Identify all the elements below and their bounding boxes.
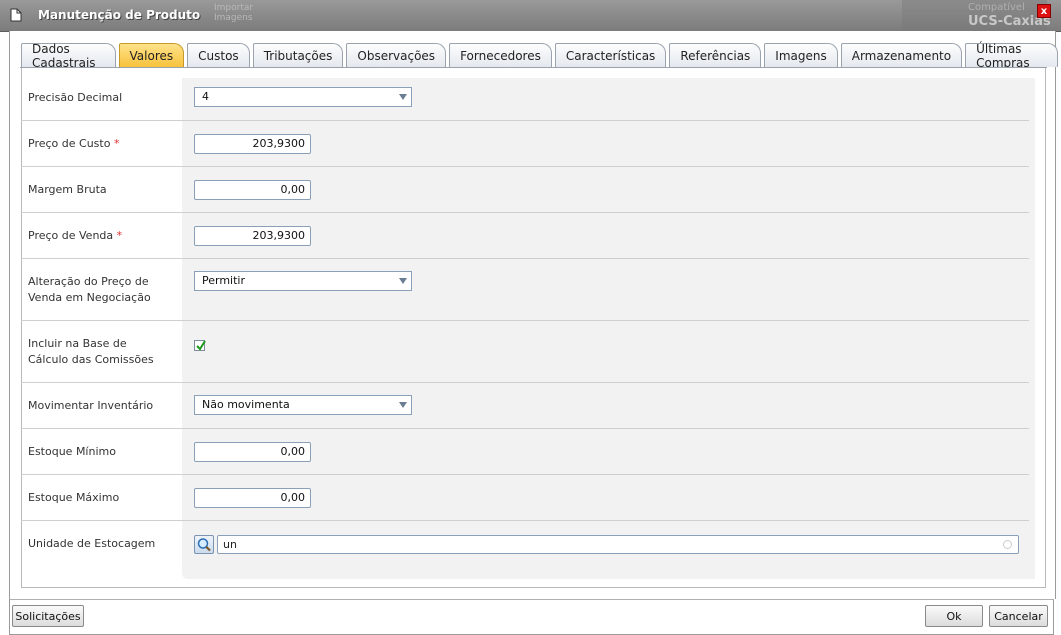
tab-custos[interactable]: Custos (187, 43, 250, 67)
estoque-minimo-label: Estoque Mínimo (28, 445, 116, 458)
lookup-search-button[interactable] (194, 535, 214, 554)
row-divider (21, 382, 1029, 383)
ghost-status-text: Compatível (968, 2, 1025, 13)
preco-custo-label: Preço de Custo * (28, 137, 120, 150)
row-divider (21, 474, 1029, 475)
row-divider (21, 428, 1029, 429)
tab-ultimas-compras[interactable]: Últimas Compras (965, 42, 1058, 70)
alteracao-preco-label: Alteração do Preço de Venda em Negociação (28, 275, 151, 304)
unidade-estocagem-label: Unidade de Estocagem (28, 537, 156, 550)
margem-bruta-input[interactable]: 0,00 (194, 180, 311, 200)
chevron-down-icon (399, 278, 407, 284)
cancel-button[interactable]: Cancelar (989, 605, 1048, 627)
row-divider (21, 166, 1029, 167)
alteracao-preco-value: Permitir (202, 274, 246, 287)
solicitacoes-button[interactable]: Solicitações (12, 605, 84, 627)
estoque-maximo-input[interactable]: 0,00 (194, 488, 311, 508)
dialog-footer (9, 599, 1054, 635)
tab-fornecedores[interactable]: Fornecedores (449, 43, 552, 67)
tab-tributacoes[interactable]: Tributações (252, 43, 344, 67)
unidade-estocagem-input[interactable]: un (217, 535, 1019, 554)
movimentar-inventario-select[interactable]: Não movimenta (194, 395, 412, 415)
row-divider (21, 212, 1029, 213)
precisao-decimal-value: 4 (202, 90, 209, 103)
ok-button[interactable]: Ok (925, 605, 983, 627)
margem-bruta-label: Margem Bruta (28, 183, 107, 196)
ghost-toolbar-text: Importar Imagens (214, 3, 254, 23)
preco-custo-input[interactable]: 203,9300 (194, 134, 311, 154)
row-divider (21, 320, 1029, 321)
tab-imagens[interactable]: Imagens (764, 43, 838, 67)
row-divider (21, 120, 1029, 121)
incluir-base-checkbox[interactable] (194, 340, 206, 351)
tab-observacoes[interactable]: Observações (346, 43, 447, 67)
preco-venda-input[interactable]: 203,9300 (194, 226, 311, 246)
window-icon (10, 8, 22, 22)
window-titlebar[interactable]: Manutenção de Produto Importar Imagens Co… (0, 0, 1061, 32)
tab-bar: Dados Cadastrais Valores Custos Tributaç… (21, 42, 1061, 70)
incluir-base-label: Incluir na Base de Cálculo das Comissões (28, 337, 154, 366)
close-button[interactable]: x (1037, 4, 1051, 18)
unidade-estocagem-value: un (223, 538, 237, 551)
chevron-down-icon (399, 94, 407, 100)
search-icon (197, 538, 211, 552)
chevron-down-icon (399, 402, 407, 408)
precisao-decimal-label: Precisão Decimal (28, 91, 123, 104)
estoque-minimo-input[interactable]: 0,00 (194, 442, 311, 462)
movimentar-inventario-label: Movimentar Inventário (28, 399, 154, 412)
required-mark: * (116, 229, 123, 242)
window-title: Manutenção de Produto (38, 8, 201, 22)
row-divider (21, 520, 1029, 521)
alteracao-preco-select[interactable]: Permitir (194, 271, 412, 291)
precisao-decimal-select[interactable]: 4 (194, 87, 412, 107)
movimentar-inventario-value: Não movimenta (202, 398, 290, 411)
tab-referencias[interactable]: Referências (669, 43, 762, 67)
required-mark: * (113, 137, 120, 150)
tab-caracteristicas[interactable]: Características (554, 43, 667, 67)
estoque-maximo-label: Estoque Máximo (28, 491, 120, 504)
preco-venda-label: Preço de Venda * (28, 229, 123, 242)
row-divider (21, 258, 1029, 259)
tab-armazenamento[interactable]: Armazenamento (840, 43, 963, 67)
checkmark-icon (196, 340, 206, 351)
tab-dados-cadastrais[interactable]: Dados Cadastrais (21, 42, 116, 70)
clear-icon[interactable] (1003, 540, 1012, 549)
tab-valores[interactable]: Valores (118, 43, 185, 67)
